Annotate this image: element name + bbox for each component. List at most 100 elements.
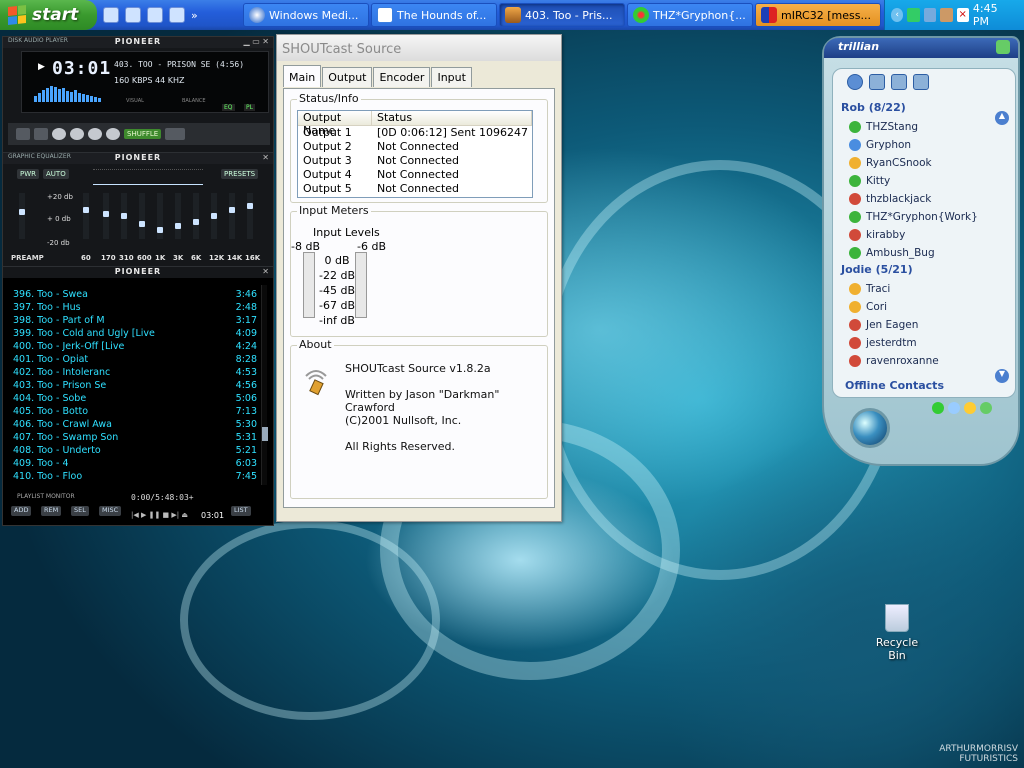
playlist-row[interactable]: 398. Too - Part of M 3:17	[13, 315, 257, 328]
playlist-row[interactable]: 403. Too - Prison Se 4:56	[13, 380, 257, 393]
offline-contacts-label[interactable]: Offline Contacts	[845, 379, 944, 392]
playlist-row[interactable]: 401. Too - Opiat 8:28	[13, 354, 257, 367]
home-icon[interactable]	[869, 74, 885, 90]
eq-band-track[interactable]	[175, 193, 181, 239]
pl-toggle-button[interactable]: PL	[244, 104, 255, 111]
playlist-misc-button[interactable]: MISC	[99, 506, 122, 516]
contact-item[interactable]: RyanCSnook	[849, 155, 932, 171]
output-row[interactable]: Output 2 Not Connected	[298, 140, 532, 154]
task-button-browser[interactable]: The Hounds of...	[371, 3, 497, 27]
eq-band-knob[interactable]	[103, 211, 109, 217]
stop-button[interactable]	[70, 128, 84, 140]
contact-group-header[interactable]: Rob (8/22)	[841, 101, 906, 114]
output-row[interactable]: Output 1 [0D 0:06:12] Sent 1096247 b...	[298, 126, 532, 140]
trillian-titlebar[interactable]: trillian	[824, 38, 1018, 58]
eq-toggle-button[interactable]: EQ	[222, 104, 235, 111]
add-contact-icon[interactable]	[847, 74, 863, 90]
scroll-up-icon[interactable]: ▲	[995, 111, 1009, 125]
playlist-select-button[interactable]: SEL	[71, 506, 89, 516]
eject-button[interactable]	[106, 128, 120, 140]
contact-item[interactable]: Traci	[849, 281, 890, 297]
eq-preamp-knob[interactable]	[19, 209, 25, 215]
eq-preamp-track[interactable]	[19, 193, 25, 239]
icq-status-icon[interactable]	[932, 402, 944, 414]
output-row[interactable]: Output 3 Not Connected	[298, 154, 532, 168]
output-row[interactable]: Output 5 Not Connected	[298, 182, 532, 196]
quicklaunch-more-icon[interactable]: »	[191, 9, 198, 22]
pause-button[interactable]	[52, 128, 66, 140]
app-tray-icon[interactable]	[940, 8, 953, 22]
tab-main[interactable]: Main	[283, 65, 322, 87]
eq-band-track[interactable]	[139, 193, 145, 239]
time-display[interactable]: 03:01	[52, 58, 111, 79]
network-tray-icon[interactable]	[907, 8, 920, 22]
settings-icon[interactable]	[913, 74, 929, 90]
column-output-name[interactable]: Output Name	[298, 111, 372, 137]
trillian-status-icons[interactable]	[932, 402, 992, 414]
clock[interactable]: 4:45 PM	[973, 2, 1012, 28]
contact-group-header[interactable]: Jodie (5/21)	[841, 263, 913, 276]
ie-quicklaunch-icon[interactable]	[103, 7, 119, 23]
contact-item[interactable]: ravenroxanne	[849, 353, 939, 369]
playlist-row[interactable]: 410. Too - Floo 7:45	[13, 471, 257, 484]
task-button-icq[interactable]: THZ*Gryphon{...	[627, 3, 753, 27]
eq-band-knob[interactable]	[175, 223, 181, 229]
eq-band-knob[interactable]	[211, 213, 217, 219]
tools-icon[interactable]	[891, 74, 907, 90]
contact-item[interactable]: Kitty	[849, 173, 890, 189]
shoutcast-titlebar[interactable]: SHOUTcast Source	[277, 35, 561, 61]
msn-status-icon[interactable]	[948, 402, 960, 414]
winamp-titlebar[interactable]: DISK AUDIO PLAYER PIONEER ▁ ▭ ✕	[3, 37, 273, 48]
eq-band-track[interactable]	[193, 193, 199, 239]
trillian-close-icon[interactable]	[996, 40, 1010, 54]
tab-output[interactable]: Output	[322, 67, 373, 87]
eq-presets-button[interactable]: PRESETS	[221, 169, 259, 179]
aim-status-icon[interactable]	[964, 402, 976, 414]
playlist-row[interactable]: 400. Too - Jerk-Off [Live 4:24	[13, 341, 257, 354]
contact-item[interactable]: jesterdtm	[849, 335, 917, 351]
contact-item[interactable]: Ambush_Bug	[849, 245, 935, 261]
eq-band-knob[interactable]	[229, 207, 235, 213]
start-button[interactable]: start	[0, 0, 97, 30]
eq-band-knob[interactable]	[139, 221, 145, 227]
eq-titlebar[interactable]: GRAPHIC EQUALIZER PIONEER ✕	[3, 153, 273, 164]
task-button-winamp[interactable]: 403. Too - Pris...	[499, 3, 625, 27]
window-buttons[interactable]: ✕	[262, 267, 269, 276]
eq-band-knob[interactable]	[193, 219, 199, 225]
tray-collapse-icon[interactable]: ‹	[891, 8, 904, 22]
outputs-list[interactable]: Output Name Status Output 1 [0D 0:06:12] …	[297, 110, 533, 198]
contact-item[interactable]: THZStang	[849, 119, 918, 135]
scroll-down-icon[interactable]: ▼	[995, 369, 1009, 383]
contact-item[interactable]: kirabby	[849, 227, 905, 243]
eq-auto-button[interactable]: AUTO	[43, 169, 69, 179]
eq-band-track[interactable]	[229, 193, 235, 239]
playlist-row[interactable]: 407. Too - Swamp Son 5:31	[13, 432, 257, 445]
outlook-quicklaunch-icon[interactable]	[125, 7, 141, 23]
eq-band-knob[interactable]	[157, 227, 163, 233]
playlist-row[interactable]: 404. Too - Sobe 5:06	[13, 393, 257, 406]
playlist-scrollbar[interactable]	[261, 285, 268, 485]
mini-transport[interactable]: |◀ ▶ ❚❚ ■ ▶| ⏏	[131, 511, 188, 519]
repeat-button[interactable]	[165, 128, 186, 140]
trillian-tray-icon[interactable]	[923, 8, 937, 22]
drive-quicklaunch-icon[interactable]	[169, 7, 185, 23]
playlist-titlebar[interactable]: PIONEER ✕	[3, 267, 273, 278]
eq-band-knob[interactable]	[83, 207, 89, 213]
next-button[interactable]	[88, 128, 102, 140]
prev-button[interactable]	[16, 128, 30, 140]
contact-item[interactable]: Jen Eagen	[849, 317, 918, 333]
shuffle-button[interactable]: SHUFFLE	[124, 129, 162, 139]
window-buttons[interactable]: ▁ ▭ ✕	[244, 37, 270, 46]
eq-band-track[interactable]	[247, 193, 253, 239]
yahoo-status-icon[interactable]	[980, 402, 992, 414]
playlist-row[interactable]: 406. Too - Crawl Awa 5:30	[13, 419, 257, 432]
task-button-mirc[interactable]: mIRC32 [mess...	[755, 3, 881, 27]
contact-item[interactable]: thzblackjack	[849, 191, 931, 207]
contact-item[interactable]: Cori	[849, 299, 887, 315]
window-buttons[interactable]: ✕	[262, 153, 269, 162]
tab-input[interactable]: Input	[431, 67, 472, 87]
playlist-row[interactable]: 396. Too - Swea 3:46	[13, 289, 257, 302]
output-row[interactable]: Output 4 Not Connected	[298, 168, 532, 182]
eq-power-button[interactable]: PWR	[17, 169, 40, 179]
contact-item[interactable]: THZ*Gryphon{Work}	[849, 209, 978, 225]
